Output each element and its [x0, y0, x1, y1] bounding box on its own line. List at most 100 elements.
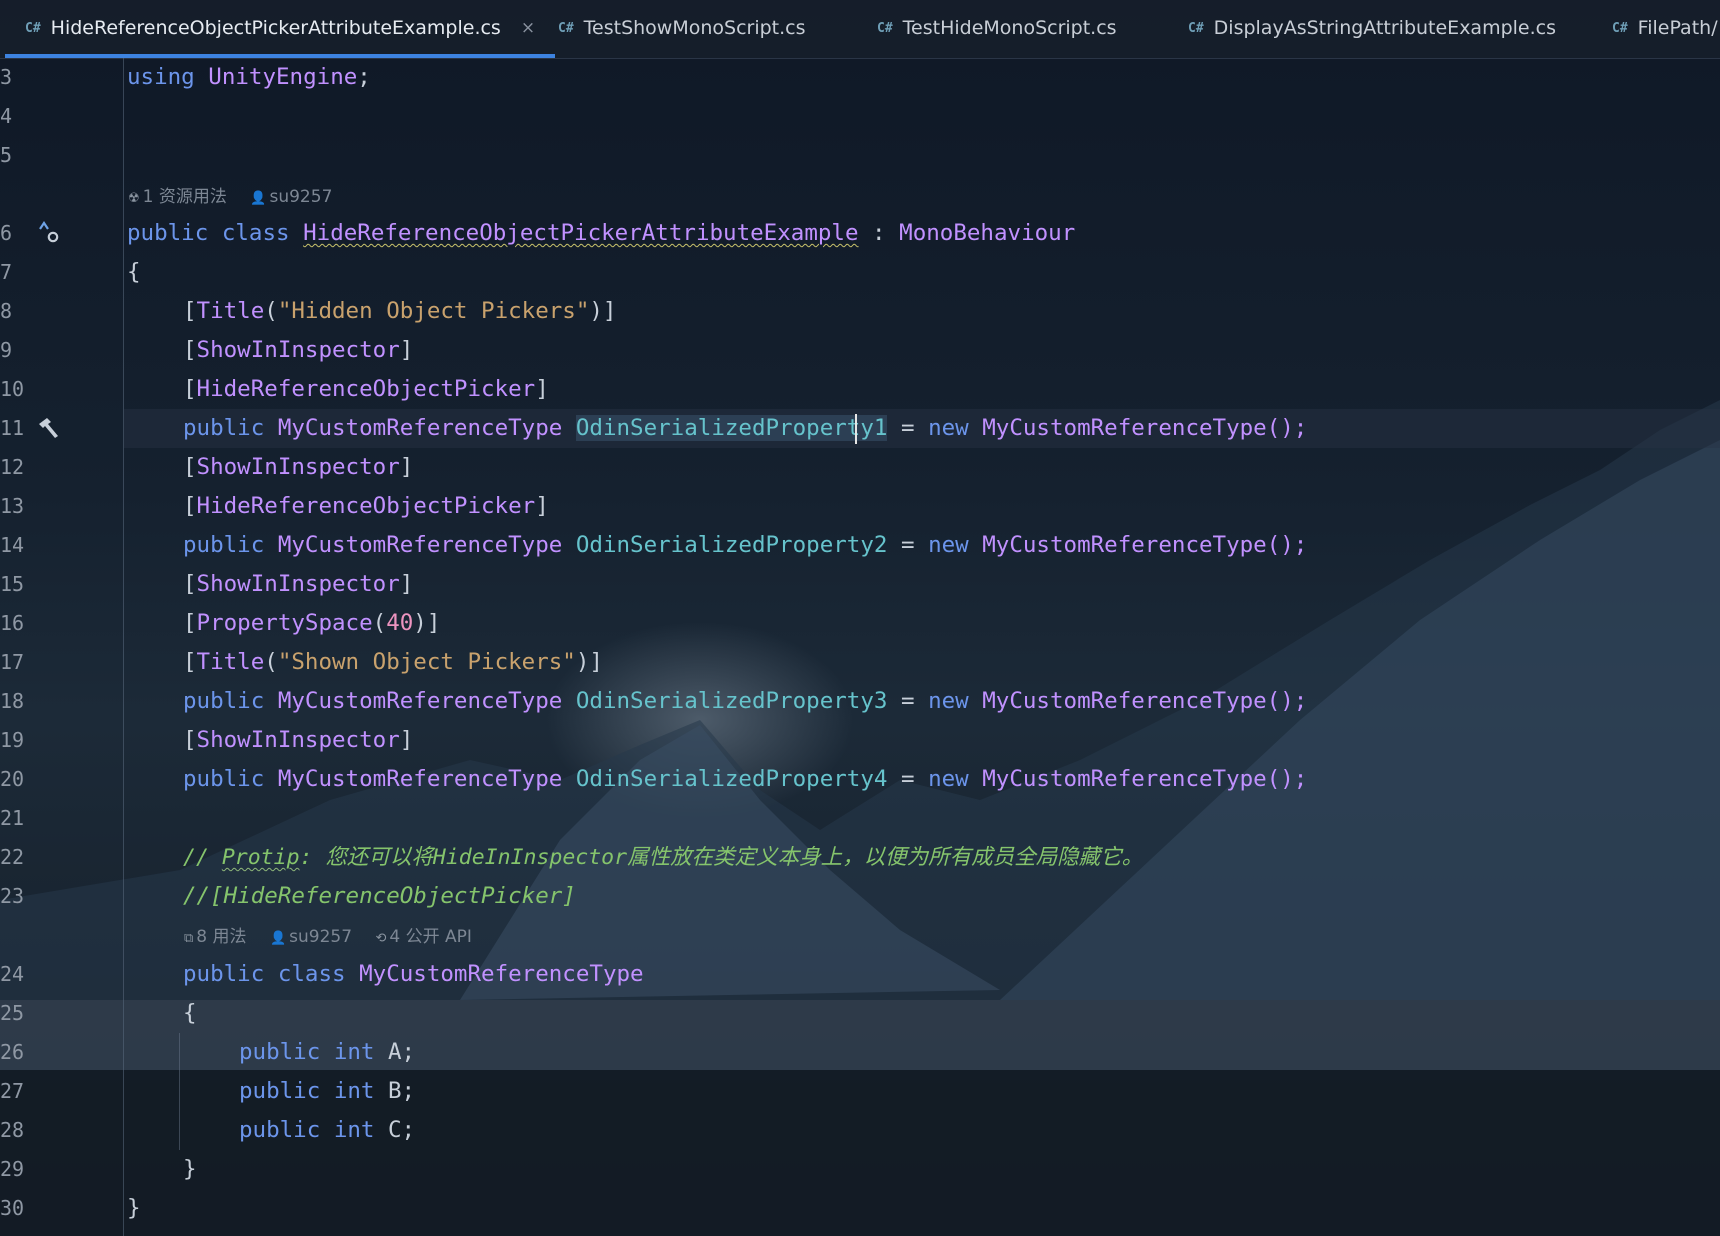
line-number[interactable]: 24: [0, 955, 34, 994]
code-line-26[interactable]: public int A;: [239, 1033, 415, 1072]
code-line-10[interactable]: [HideReferenceObjectPicker]: [183, 370, 549, 409]
tab-file-path[interactable]: C# FilePath/: [1612, 0, 1718, 56]
editor-tab-bar: C# HideReferenceObjectPickerAttributeExa…: [0, 0, 1720, 59]
keyword: public: [127, 220, 209, 246]
keyword: public: [183, 688, 265, 714]
indent-guide: [179, 1033, 180, 1150]
comment-text: : 您还可以将HideInInspector属性放在类定义本身上，以便为所有成员…: [299, 845, 1144, 870]
nested-class-usage-hint[interactable]: ⧉ 8 用法 👤 su9257 ⟲ 4 公开 API: [184, 925, 472, 949]
line-number[interactable]: 8: [0, 292, 34, 331]
tab-hide-reference-object-picker[interactable]: C# HideReferenceObjectPickerAttributeExa…: [4, 0, 556, 58]
code-line-20[interactable]: public MyCustomReferenceType OdinSeriali…: [183, 760, 1307, 799]
line-number[interactable]: 20: [0, 760, 34, 799]
gutter-divider: [123, 58, 124, 1236]
string-literal: "Shown Object Pickers": [277, 649, 576, 675]
tab-test-hide-mono-script[interactable]: C# TestHideMonoScript.cs: [877, 0, 1117, 56]
code-line-15[interactable]: [ShowInInspector]: [183, 565, 413, 604]
code-line-12[interactable]: [ShowInInspector]: [183, 448, 413, 487]
code-line-28[interactable]: public int C;: [239, 1111, 415, 1150]
code-line-8[interactable]: [Title("Hidden Object Pickers")]: [183, 292, 616, 331]
line-number[interactable]: 19: [0, 721, 34, 760]
line-number[interactable]: 18: [0, 682, 34, 721]
code-line-3[interactable]: using UnityEngine;: [127, 58, 371, 97]
code-line-14[interactable]: public MyCustomReferenceType OdinSeriali…: [183, 526, 1307, 565]
constructor-call: MyCustomReferenceType();: [982, 688, 1308, 714]
code-line-16[interactable]: [PropertySpace(40)]: [183, 604, 440, 643]
line-number[interactable]: 10: [0, 370, 34, 409]
punctuation: =: [887, 766, 929, 792]
keyword: new: [928, 766, 969, 792]
keyword: public: [239, 1078, 321, 1104]
punctuation: =: [887, 532, 929, 558]
keyword: int: [333, 1078, 375, 1104]
comment-word: Protip: [221, 845, 300, 870]
csharp-file-icon: C#: [1612, 20, 1628, 36]
code-line-23-comment[interactable]: //[HideReferenceObjectPicker]: [183, 877, 576, 916]
tab-test-show-mono-script[interactable]: C# TestShowMonoScript.cs: [558, 0, 806, 56]
line-number[interactable]: 11: [0, 409, 34, 448]
keyword: int: [333, 1117, 375, 1143]
class-usage-hint[interactable]: ☢ 1 资源用法 👤 su9257: [128, 185, 332, 209]
line-number[interactable]: 17: [0, 643, 34, 682]
implemented-by-gutter-icon[interactable]: [36, 218, 62, 246]
line-number[interactable]: 23: [0, 877, 34, 916]
attribute: Title: [196, 298, 265, 324]
property-name: OdinSerializedProperty4: [575, 766, 888, 792]
code-line-7[interactable]: {: [127, 253, 141, 292]
keyword: class: [277, 961, 346, 987]
line-number[interactable]: 27: [0, 1072, 34, 1111]
usages-icon: ⧉: [184, 931, 194, 946]
line-number[interactable]: 5: [0, 136, 34, 175]
csharp-file-icon: C#: [1188, 20, 1204, 36]
line-number[interactable]: 22: [0, 838, 34, 877]
code-line-18[interactable]: public MyCustomReferenceType OdinSeriali…: [183, 682, 1307, 721]
line-number[interactable]: 29: [0, 1150, 34, 1189]
line-number[interactable]: 16: [0, 604, 34, 643]
code-line-27[interactable]: public int B;: [239, 1072, 415, 1111]
line-number[interactable]: 4: [0, 97, 34, 136]
keyword: public: [183, 415, 265, 441]
line-number[interactable]: 26: [0, 1033, 34, 1072]
code-line-24[interactable]: public class MyCustomReferenceType: [183, 955, 644, 994]
line-number[interactable]: 3: [0, 58, 34, 97]
keyword: class: [221, 220, 290, 246]
class-name: MyCustomReferenceType: [359, 961, 644, 987]
string-literal: "Hidden Object Pickers": [277, 298, 590, 324]
code-line-29[interactable]: }: [183, 1150, 197, 1189]
code-line-11[interactable]: public MyCustomReferenceType OdinSeriali…: [183, 409, 1307, 448]
code-line-17[interactable]: [Title("Shown Object Pickers")]: [183, 643, 603, 682]
keyword: public: [183, 532, 265, 558]
keyword: public: [183, 766, 265, 792]
constructor-call: MyCustomReferenceType();: [982, 415, 1308, 441]
hammer-icon[interactable]: [36, 415, 62, 441]
line-number[interactable]: 25: [0, 994, 34, 1033]
code-line-30[interactable]: }: [127, 1189, 141, 1228]
property-name: OdinSerializedProperty3: [575, 688, 888, 714]
line-number[interactable]: 30: [0, 1189, 34, 1228]
constructor-call: MyCustomReferenceType();: [982, 766, 1308, 792]
punctuation: :: [858, 220, 900, 246]
line-number[interactable]: 15: [0, 565, 34, 604]
code-line-9[interactable]: [ShowInInspector]: [183, 331, 413, 370]
tab-label: FilePath/: [1637, 17, 1718, 39]
line-number[interactable]: 13: [0, 487, 34, 526]
number-literal: 40: [386, 610, 414, 636]
code-line-22-comment[interactable]: // Protip: 您还可以将HideInInspector属性放在类定义本身…: [183, 838, 1143, 877]
code-line-13[interactable]: [HideReferenceObjectPicker]: [183, 487, 549, 526]
line-number[interactable]: 28: [0, 1111, 34, 1150]
attribute: Title: [196, 649, 265, 675]
line-number[interactable]: 9: [0, 331, 34, 370]
line-number[interactable]: 7: [0, 253, 34, 292]
tab-display-as-string[interactable]: C# DisplayAsStringAttributeExample.cs: [1188, 0, 1556, 56]
line-number[interactable]: 6: [0, 214, 34, 253]
line-number[interactable]: 21: [0, 799, 34, 838]
close-tab-icon[interactable]: ×: [521, 18, 535, 38]
tab-label: DisplayAsStringAttributeExample.cs: [1213, 17, 1556, 39]
code-line-6[interactable]: public class HideReferenceObjectPickerAt…: [127, 214, 1075, 253]
code-line-19[interactable]: [ShowInInspector]: [183, 721, 413, 760]
line-number[interactable]: 12: [0, 448, 34, 487]
attribute: HideReferenceObjectPicker: [196, 376, 536, 402]
line-number[interactable]: 14: [0, 526, 34, 565]
code-line-25[interactable]: {: [183, 994, 197, 1033]
keyword: new: [928, 415, 969, 441]
